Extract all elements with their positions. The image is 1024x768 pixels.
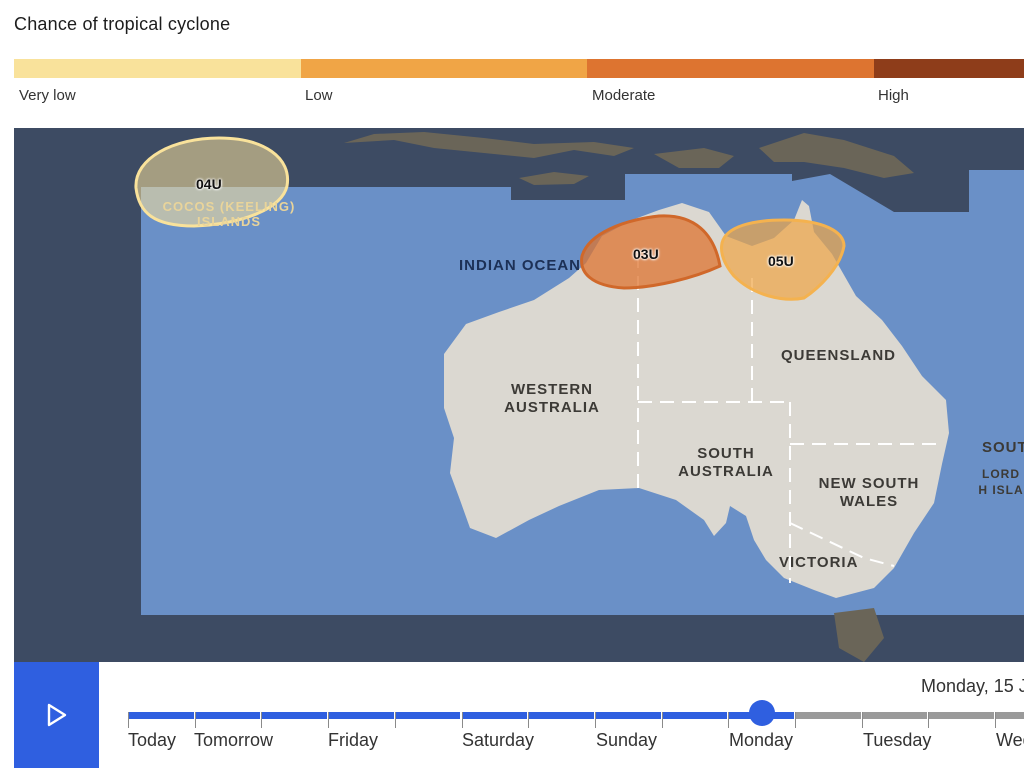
legend-label-moderate: Moderate — [592, 87, 656, 104]
timeline-segment[interactable] — [929, 712, 995, 719]
chance-legend: Very low Low Moderate High — [14, 59, 1024, 105]
timeline-tick — [928, 712, 930, 728]
timeline-tick — [728, 712, 730, 728]
legend-label-high: High — [878, 87, 909, 104]
timeline-tick — [795, 712, 796, 728]
timeline-segment[interactable] — [796, 712, 861, 719]
legend-band-very-low — [14, 59, 301, 78]
timeline-segment[interactable] — [996, 712, 1024, 719]
region-lord-howe: LORD H ISLA — [978, 467, 1024, 497]
forecast-timeline: Monday, 15 J Today Tomorrow Friday Satur… — [14, 662, 1024, 768]
zone-label-05u: 05U — [768, 253, 794, 269]
timeline-segment[interactable] — [195, 712, 261, 719]
timeline-segment[interactable] — [462, 712, 528, 719]
day-tuesday[interactable]: Tuesday — [863, 730, 931, 751]
legend-band-high — [874, 59, 1024, 78]
region-queensland: QUEENSLAND — [781, 347, 897, 364]
play-icon — [47, 703, 66, 727]
timeline-segment[interactable] — [395, 712, 461, 719]
zone-label-04u: 04U — [196, 176, 222, 192]
region-cocos-islands: COCOS (KEELING) ISLANDS — [162, 199, 296, 229]
timeline-tick — [461, 712, 463, 728]
timeline-segment[interactable] — [329, 712, 394, 719]
region-western-australia: WESTERN AUSTRALIA — [504, 381, 600, 416]
timeline-tick — [261, 712, 263, 728]
timeline-tick — [328, 712, 330, 728]
legend-band-moderate — [587, 59, 874, 78]
timeline-tick — [528, 712, 530, 728]
play-button[interactable] — [14, 662, 99, 768]
indian-ocean-label: INDIAN OCEAN — [459, 257, 582, 274]
zone-label-03u: 03U — [633, 246, 659, 262]
legend-label-very-low: Very low — [19, 87, 76, 104]
timeline-tick — [861, 712, 863, 728]
timeline-tick — [661, 712, 663, 728]
day-saturday[interactable]: Saturday — [462, 730, 534, 751]
timeline-tick — [394, 712, 396, 728]
region-south-australia: SOUTH AUSTRALIA — [678, 445, 774, 480]
day-monday[interactable]: Monday — [729, 730, 793, 751]
timeline-tick — [194, 712, 196, 728]
page-title: Chance of tropical cyclone — [14, 14, 231, 34]
day-sunday[interactable]: Sunday — [596, 730, 657, 751]
day-friday[interactable]: Friday — [328, 730, 378, 751]
timeline-segment[interactable] — [862, 712, 928, 719]
timeline-segment[interactable] — [262, 712, 328, 719]
legend-label-low: Low — [305, 87, 333, 104]
current-date: Monday, 15 J — [921, 676, 1024, 696]
day-tomorrow[interactable]: Tomorrow — [194, 730, 273, 751]
timeline-tick — [128, 712, 129, 728]
timeline-tick — [995, 712, 997, 728]
legend-band-low — [301, 59, 587, 78]
timeline-thumb[interactable] — [749, 700, 775, 726]
region-victoria: VICTORIA — [779, 554, 859, 571]
timeline-segment[interactable] — [595, 712, 661, 719]
region-new-south-wales: NEW SOUTH WALES — [818, 475, 920, 510]
timeline-segment[interactable] — [529, 712, 594, 719]
cyclone-map[interactable]: INDIAN OCEAN WESTERN AUSTRALIA SOUTH AUS… — [14, 128, 1024, 662]
day-today[interactable]: Today — [128, 730, 176, 751]
timeline-segment[interactable] — [129, 712, 194, 719]
timeline-tick — [594, 712, 596, 728]
day-wednesday[interactable]: Wed — [996, 730, 1024, 751]
region-south-cutoff: SOUT — [982, 439, 1024, 456]
timeline-segment[interactable] — [662, 712, 728, 719]
